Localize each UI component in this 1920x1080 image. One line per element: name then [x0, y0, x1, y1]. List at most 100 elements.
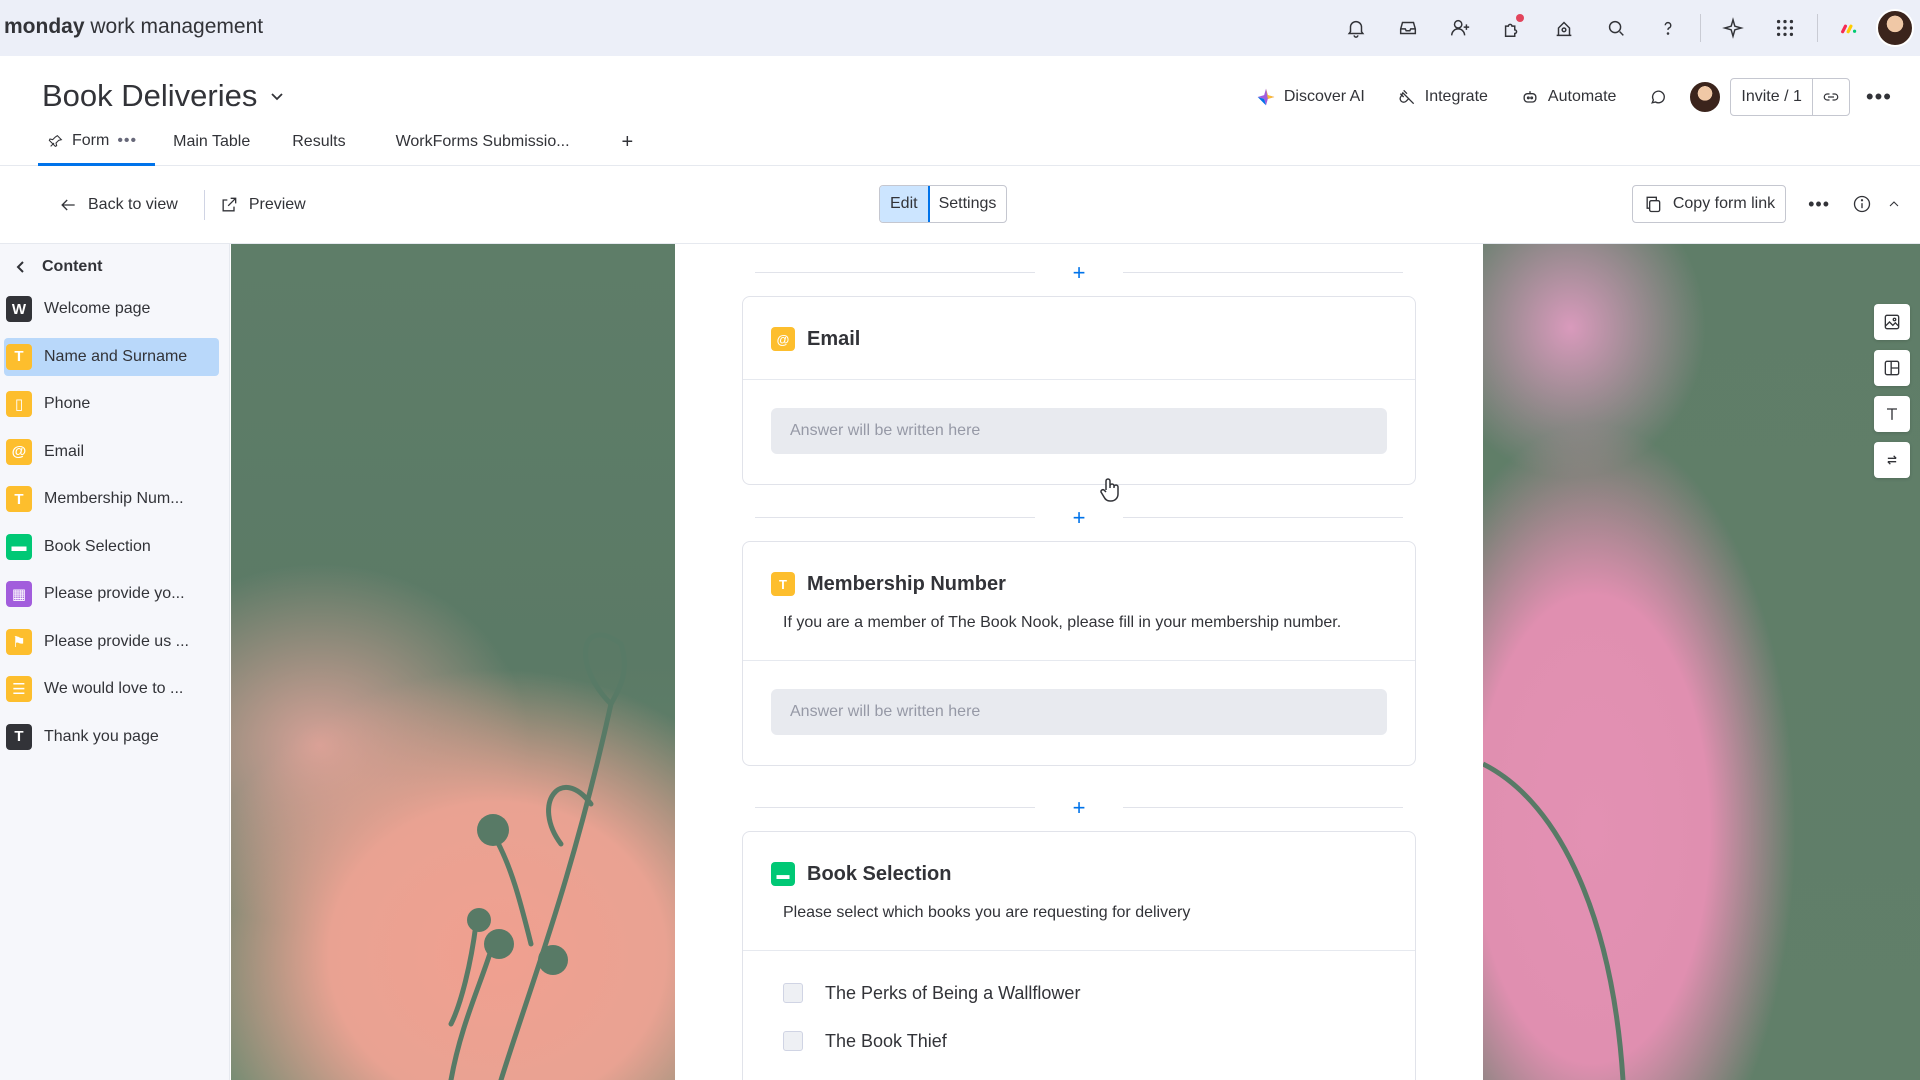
invite-user-icon[interactable] — [1434, 8, 1486, 48]
divider — [1700, 14, 1701, 42]
grid-menu-icon[interactable] — [1759, 8, 1811, 48]
pin-icon — [48, 134, 63, 147]
divider — [1817, 14, 1818, 42]
inbox-icon[interactable] — [1382, 8, 1434, 48]
chevron-left-icon[interactable] — [14, 260, 28, 274]
text-question-icon: T — [6, 343, 32, 370]
question-card-membership-number[interactable]: T Membership Number If you are a member … — [742, 541, 1416, 766]
invite-label[interactable]: Invite / 1 — [1731, 79, 1813, 115]
sidebar-item-email[interactable]: @ Email — [4, 433, 219, 471]
option-row[interactable]: The Book Thief — [743, 1017, 1415, 1065]
divider — [743, 379, 1415, 380]
sidebar-item-phone[interactable]: ▯ Phone — [4, 385, 219, 423]
question-card-email[interactable]: @ Email Answer will be written here — [742, 296, 1416, 485]
robot-icon — [1523, 91, 1537, 103]
board-member-avatar[interactable] — [1688, 80, 1723, 114]
invite-button[interactable]: Invite / 1 — [1730, 78, 1850, 116]
chat-bubble-icon — [1651, 90, 1666, 104]
sidebar-item-please-provide-your[interactable]: ▦ Please provide yo... — [4, 575, 219, 613]
ai-sparkle-icon[interactable] — [1707, 8, 1759, 48]
chevron-down-icon[interactable] — [269, 88, 285, 104]
background-image-left — [231, 244, 675, 1080]
comments-button[interactable] — [1636, 81, 1680, 113]
ai-sparkle-icon — [1257, 88, 1275, 106]
edit-settings-toggle: Edit Settings — [879, 185, 1008, 223]
board-title-text: Book Deliveries — [42, 78, 258, 113]
question-title[interactable]: Membership Number — [807, 573, 1006, 596]
text-question-icon: T — [771, 572, 795, 596]
board-header: Book Deliveries Discover AI Integrate Au… — [0, 56, 1920, 166]
sidebar-item-name-and-surname[interactable]: T Name and Surname — [4, 337, 219, 376]
user-avatar[interactable] — [1876, 9, 1914, 47]
view-tabs: Form ••• Main Table Results WorkForms Su… — [38, 128, 647, 166]
question-card-book-selection[interactable]: ▬ Book Selection Please select which boo… — [742, 831, 1416, 1080]
search-icon[interactable] — [1590, 8, 1642, 48]
question-title[interactable]: Email — [807, 328, 860, 351]
brand-logo[interactable]: monday work management — [4, 15, 263, 39]
divider — [743, 660, 1415, 661]
copy-link-icon[interactable] — [1813, 88, 1849, 106]
question-description[interactable]: Please select which books you are reques… — [743, 886, 1415, 922]
settings-button[interactable]: Settings — [929, 186, 1007, 222]
sidebar-item-book-selection[interactable]: ▬ Book Selection — [4, 528, 219, 566]
edit-button[interactable]: Edit — [880, 186, 930, 222]
plug-icon — [1399, 89, 1414, 105]
question-description[interactable]: If you are a member of The Book Nook, pl… — [743, 596, 1415, 632]
date-question-icon: ▦ — [6, 581, 32, 607]
integrate-button[interactable]: Integrate — [1385, 81, 1500, 113]
welcome-icon: W — [6, 296, 32, 322]
more-options-icon[interactable]: ••• — [1858, 84, 1900, 110]
sidebar-item-welcome-page[interactable]: W Welcome page — [4, 290, 219, 328]
sidebar-item-membership-number[interactable]: T Membership Num... — [4, 480, 219, 518]
marketplace-icon[interactable] — [1538, 8, 1590, 48]
monday-logo-icon[interactable] — [1824, 8, 1876, 48]
email-question-icon: @ — [771, 327, 795, 351]
flag-question-icon: ⚑ — [6, 628, 32, 655]
apps-icon[interactable] — [1486, 8, 1538, 48]
tab-results[interactable]: Results — [268, 128, 363, 166]
sidebar-item-please-provide-us[interactable]: ⚑ Please provide us ... — [4, 623, 219, 661]
tab-main-table[interactable]: Main Table — [155, 128, 268, 166]
add-question-button[interactable]: + — [1067, 505, 1091, 531]
layout-tools — [1874, 304, 1910, 478]
copy-icon — [1646, 196, 1661, 213]
hand-cursor-icon — [1100, 478, 1119, 502]
help-icon[interactable] — [1642, 8, 1694, 48]
more-options-icon[interactable]: ••• — [1800, 194, 1838, 215]
board-title[interactable]: Book Deliveries — [42, 78, 285, 114]
dropdown-question-icon: ▬ — [6, 533, 32, 560]
bell-icon[interactable] — [1330, 8, 1382, 48]
back-to-view-button[interactable]: Back to view — [46, 186, 190, 224]
discover-ai-button[interactable]: Discover AI — [1244, 81, 1377, 113]
preview-button[interactable]: Preview — [219, 186, 318, 224]
add-question-button[interactable]: + — [1067, 260, 1091, 286]
option-row[interactable]: The Perks of Being a Wallflower — [743, 969, 1415, 1017]
image-icon[interactable] — [1874, 304, 1910, 340]
plant-illustration — [448, 632, 627, 1080]
sidebar-header[interactable]: Content — [0, 244, 229, 290]
form-canvas: + @ Email Answer will be written here + … — [231, 244, 1920, 1080]
tab-options-icon[interactable]: ••• — [117, 132, 137, 150]
checkbox[interactable] — [783, 1031, 803, 1051]
sidebar-item-thank-you-page[interactable]: T Thank you page — [4, 718, 219, 756]
top-icons — [1330, 0, 1920, 56]
email-question-icon: @ — [6, 438, 32, 465]
tab-form[interactable]: Form ••• — [38, 128, 156, 166]
divider — [203, 190, 205, 220]
add-view-button[interactable]: + — [588, 128, 648, 166]
info-icon[interactable] — [1852, 194, 1872, 214]
plant-illustration — [1483, 761, 1626, 1080]
sidebar-item-we-would-love-to[interactable]: ☰ We would love to ... — [4, 670, 219, 708]
add-question-button[interactable]: + — [1067, 795, 1091, 821]
question-title[interactable]: Book Selection — [807, 863, 951, 886]
layout-icon[interactable] — [1874, 350, 1910, 386]
text-style-icon[interactable] — [1874, 396, 1910, 432]
header-actions: Discover AI Integrate Automate Invite / … — [1244, 78, 1900, 116]
checkbox[interactable] — [783, 983, 803, 1003]
tab-workforms-submissions[interactable]: WorkForms Submissio... — [364, 128, 588, 166]
copy-form-link-button[interactable]: Copy form link — [1631, 185, 1787, 223]
chevron-up-icon[interactable] — [1886, 196, 1902, 212]
direction-icon[interactable] — [1874, 442, 1910, 478]
add-question-row: + — [755, 793, 1403, 823]
automate-button[interactable]: Automate — [1508, 81, 1628, 113]
